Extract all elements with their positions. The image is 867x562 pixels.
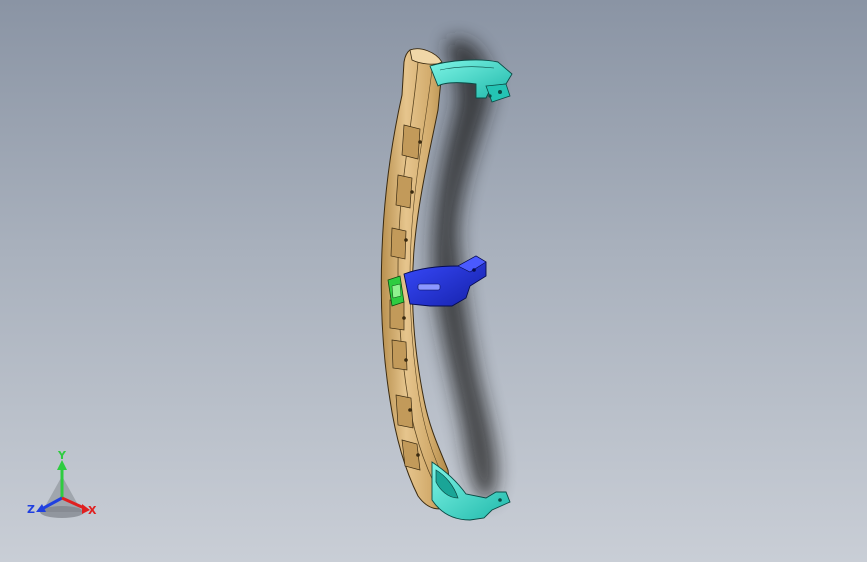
bottom-bracket-hole (498, 498, 502, 502)
triad-y-label: Y (58, 449, 66, 462)
hole (410, 190, 414, 194)
hole (418, 140, 422, 144)
hole (416, 453, 420, 457)
pocket-1 (401, 124, 421, 160)
top-bracket-hole (498, 90, 502, 94)
hole (408, 408, 412, 412)
center-bracket-slot (417, 283, 441, 291)
clip-face (391, 283, 402, 299)
orientation-triad[interactable]: Y Z X (22, 446, 106, 526)
pocket-2 (395, 174, 413, 209)
hole (404, 238, 408, 242)
pocket-5 (391, 339, 408, 371)
model-view[interactable] (0, 0, 867, 562)
hole (402, 316, 406, 320)
pocket-3 (390, 227, 407, 260)
triad-z-label: Z (27, 503, 35, 516)
center-bracket-hole (472, 268, 476, 272)
triad-x-label: X (88, 504, 97, 517)
hole (404, 358, 408, 362)
top-bracket-hole (488, 94, 492, 98)
graphics-viewport[interactable]: Y Z X (0, 0, 867, 562)
